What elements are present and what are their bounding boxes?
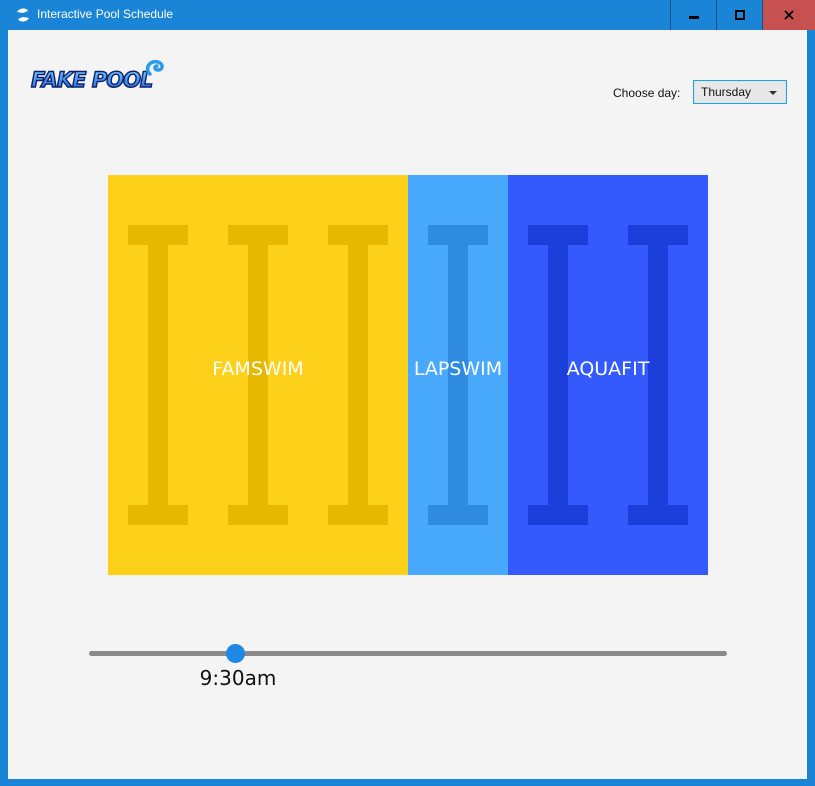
time-slider-thumb[interactable] xyxy=(226,644,246,663)
chevron-down-icon xyxy=(769,91,777,95)
time-slider-track[interactable] xyxy=(89,651,727,656)
activity-famswim: FAMSWIM xyxy=(108,175,408,575)
day-dropdown[interactable]: Thursday xyxy=(693,80,787,104)
maximize-icon xyxy=(734,10,745,20)
main-panel: FAKE POOL Choose day: Thursday FAMSWIM LA… xyxy=(8,30,807,779)
title-bar[interactable]: Interactive Pool Schedule xyxy=(0,0,815,30)
time-label: 9:30am xyxy=(199,666,277,690)
close-icon xyxy=(784,10,794,20)
maximize-button[interactable] xyxy=(716,0,762,30)
pool-schedule: FAMSWIM LAPSWIM AQUAFIT xyxy=(108,175,708,575)
day-dropdown-value: Thursday xyxy=(701,85,752,99)
window-title: Interactive Pool Schedule xyxy=(37,7,174,21)
minimize-icon xyxy=(688,16,699,19)
close-button[interactable] xyxy=(762,0,815,30)
fake-pool-logo: FAKE POOL xyxy=(30,59,164,93)
activity-label: FAMSWIM xyxy=(212,358,303,380)
logo-text: FAKE POOL xyxy=(31,68,152,92)
activity-label: AQUAFIT xyxy=(567,358,650,380)
activity-lapswim: LAPSWIM xyxy=(408,175,508,575)
activity-aquafit: AQUAFIT xyxy=(508,175,708,575)
swirl-icon xyxy=(17,8,29,22)
choose-day-label: Choose day: xyxy=(613,86,681,100)
activity-label: LAPSWIM xyxy=(414,358,502,380)
minimize-button[interactable] xyxy=(670,0,716,30)
